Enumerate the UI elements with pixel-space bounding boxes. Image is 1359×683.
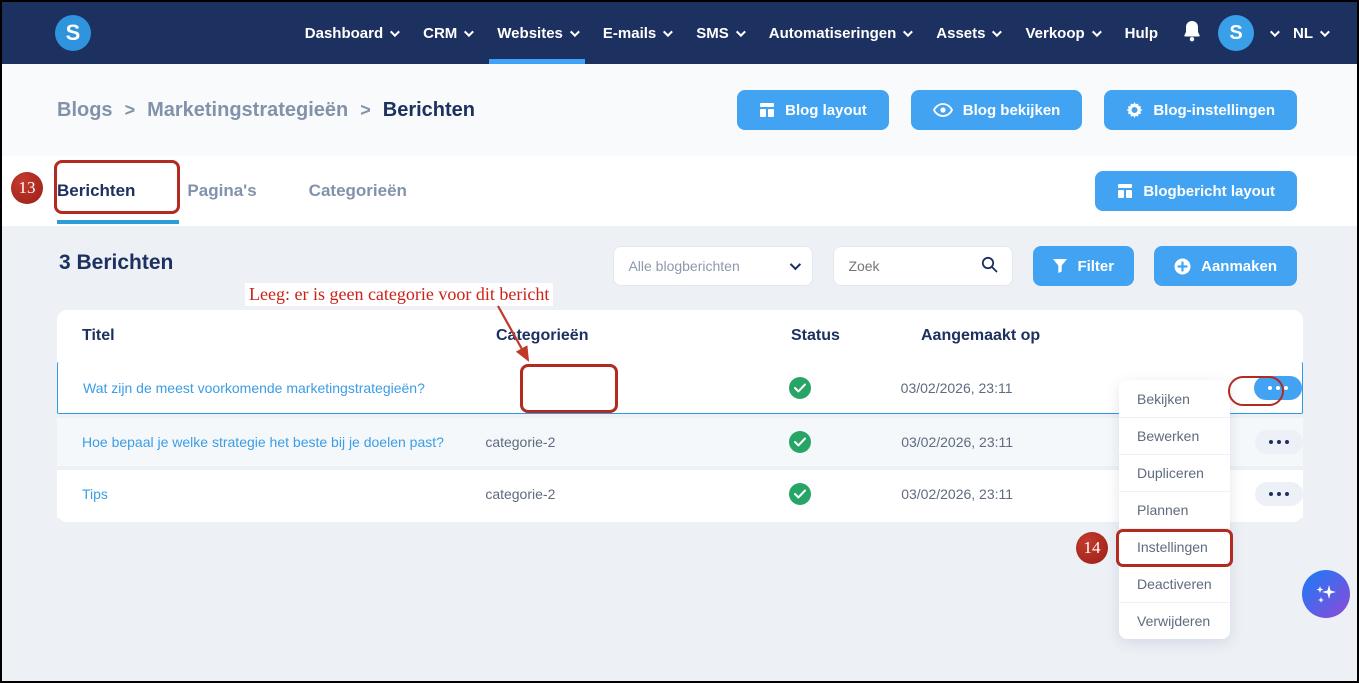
blogpost-layout-button[interactable]: Blogbericht layout (1095, 171, 1297, 211)
top-navbar: S Dashboard CRM Websites E-mails SMS Aut… (2, 2, 1357, 64)
tab-categorieen[interactable]: Categorieën (309, 181, 407, 201)
nav-item-emails[interactable]: E-mails (603, 2, 674, 64)
table-row[interactable]: Tips categorie-2 03/02/2026, 23:11 (57, 466, 1303, 518)
status-published-icon (789, 483, 812, 505)
layout-icon (760, 103, 775, 117)
menu-item-deactiveren[interactable]: Deactiveren (1119, 565, 1230, 602)
row-actions-button[interactable] (1255, 482, 1303, 506)
breadcrumb-current: Berichten (382, 98, 476, 121)
table-row[interactable]: Hoe bepaal je welke strategie het beste … (57, 414, 1303, 466)
chevron-down-icon (992, 26, 1003, 37)
nav-item-crm[interactable]: CRM (423, 2, 475, 64)
nav-item-hulp[interactable]: Hulp (1125, 2, 1158, 64)
chevron-down-icon (569, 26, 580, 37)
menu-item-verwijderen[interactable]: Verwijderen (1119, 602, 1230, 639)
menu-item-dupliceren[interactable]: Dupliceren (1119, 454, 1230, 491)
breadcrumb: Blogs > Marketingstrategieën > Berichten (57, 99, 475, 122)
tabs-strip: Berichten Pagina's Categorieën Blogberic… (2, 156, 1357, 226)
create-button[interactable]: Aanmaken (1154, 246, 1297, 286)
tab-paginas[interactable]: Pagina's (187, 181, 256, 201)
annotation-box-berichten-tab (54, 160, 180, 214)
page-title: 3 Berichten (59, 251, 174, 274)
menu-item-plannen[interactable]: Plannen (1119, 491, 1230, 528)
post-category: categorie-2 (485, 486, 556, 502)
header-actions: Blog layout Blog bekijken Blog-instellin… (737, 90, 1297, 130)
breadcrumb-blog[interactable]: Marketingstrategieën (147, 99, 348, 122)
breadcrumb-band: Blogs > Marketingstrategieën > Berichten… (2, 64, 1357, 156)
blog-settings-button[interactable]: Blog-instellingen (1104, 90, 1297, 130)
blog-layout-button[interactable]: Blog layout (737, 90, 889, 130)
chevron-down-icon (903, 26, 914, 37)
gear-icon (1126, 101, 1143, 118)
chevron-down-icon (663, 26, 674, 37)
status-published-icon (789, 431, 812, 453)
nav-item-websites[interactable]: Websites (489, 2, 585, 64)
nav-item-sms[interactable]: SMS (696, 2, 746, 64)
avatar[interactable]: S (1218, 15, 1254, 51)
locale-switcher[interactable]: NL (1293, 25, 1330, 42)
column-header-titel: Titel (82, 327, 115, 344)
row-context-menu: Bekijken Bewerken Dupliceren Plannen Ins… (1119, 380, 1230, 639)
nav-right-group: S NL (1182, 15, 1330, 51)
post-title-link[interactable]: Tips (82, 486, 108, 502)
brand-logo[interactable]: S (55, 15, 91, 51)
layout-icon (1118, 184, 1133, 198)
nav-item-dashboard[interactable]: Dashboard (305, 2, 400, 64)
nav-item-automatiseringen[interactable]: Automatiseringen (769, 2, 914, 64)
filter-button[interactable]: Filter (1033, 246, 1135, 286)
active-tab-underline (57, 220, 179, 224)
annotation-step-14: 14 (1076, 532, 1108, 564)
breadcrumb-blogs[interactable]: Blogs (57, 99, 113, 122)
list-controls: Alle blogberichten Filter Aanmaken (613, 246, 1297, 286)
chevron-down-icon (1319, 26, 1330, 37)
breadcrumb-separator: > (360, 99, 371, 120)
search-input[interactable] (848, 258, 969, 274)
search-box[interactable] (833, 246, 1014, 286)
blogposts-table: Titel Categorieën Status Aangemaakt op W… (57, 310, 1303, 522)
post-category: categorie-2 (485, 434, 556, 450)
chevron-down-icon (790, 258, 802, 271)
post-title-link[interactable]: Hoe bepaal je welke strategie het beste … (82, 434, 444, 450)
annotation-box-empty-category (520, 364, 618, 413)
annotation-step-13: 13 (11, 172, 43, 204)
sparkles-icon (1316, 585, 1336, 603)
column-header-aangemaakt: Aangemaakt op (921, 327, 1041, 344)
nav-menu: Dashboard CRM Websites E-mails SMS Autom… (305, 2, 1158, 64)
app-window: S Dashboard CRM Websites E-mails SMS Aut… (0, 0, 1359, 683)
status-published-icon (788, 376, 811, 399)
chevron-down-icon[interactable] (1269, 26, 1280, 37)
table-header-row: Titel Categorieën Status Aangemaakt op (57, 310, 1303, 362)
assistant-fab[interactable] (1302, 570, 1350, 618)
annotation-box-actions-button (1228, 376, 1284, 406)
funnel-icon (1053, 259, 1068, 273)
table-row[interactable]: Wat zijn de meest voorkomende marketings… (57, 362, 1303, 414)
column-header-status: Status (791, 327, 840, 344)
chevron-down-icon (1091, 26, 1102, 37)
chevron-down-icon (390, 26, 400, 37)
chevron-down-icon (735, 26, 746, 37)
search-icon (981, 256, 998, 276)
post-title-link[interactable]: Wat zijn de meest voorkomende marketings… (83, 380, 425, 396)
breadcrumb-separator: > (124, 99, 136, 120)
chevron-down-icon (464, 26, 475, 37)
blog-view-button[interactable]: Blog bekijken (910, 90, 1083, 130)
annotation-box-instellingen (1116, 529, 1233, 567)
post-created-at: 03/02/2026, 23:11 (901, 434, 1014, 450)
nav-item-verkoop[interactable]: Verkoop (1025, 2, 1102, 64)
menu-item-bekijken[interactable]: Bekijken (1119, 380, 1230, 417)
nav-item-assets[interactable]: Assets (936, 2, 1003, 64)
eye-icon (932, 103, 953, 117)
plus-circle-icon (1174, 258, 1191, 274)
post-created-at: 03/02/2026, 23:11 (901, 486, 1014, 502)
menu-item-bewerken[interactable]: Bewerken (1119, 417, 1230, 454)
post-created-at: 03/02/2026, 23:11 (900, 379, 1013, 396)
bell-icon[interactable] (1182, 20, 1202, 47)
row-actions-button[interactable] (1255, 430, 1303, 454)
blogpost-filter-select[interactable]: Alle blogberichten (613, 246, 814, 286)
annotation-arrow (497, 305, 530, 362)
